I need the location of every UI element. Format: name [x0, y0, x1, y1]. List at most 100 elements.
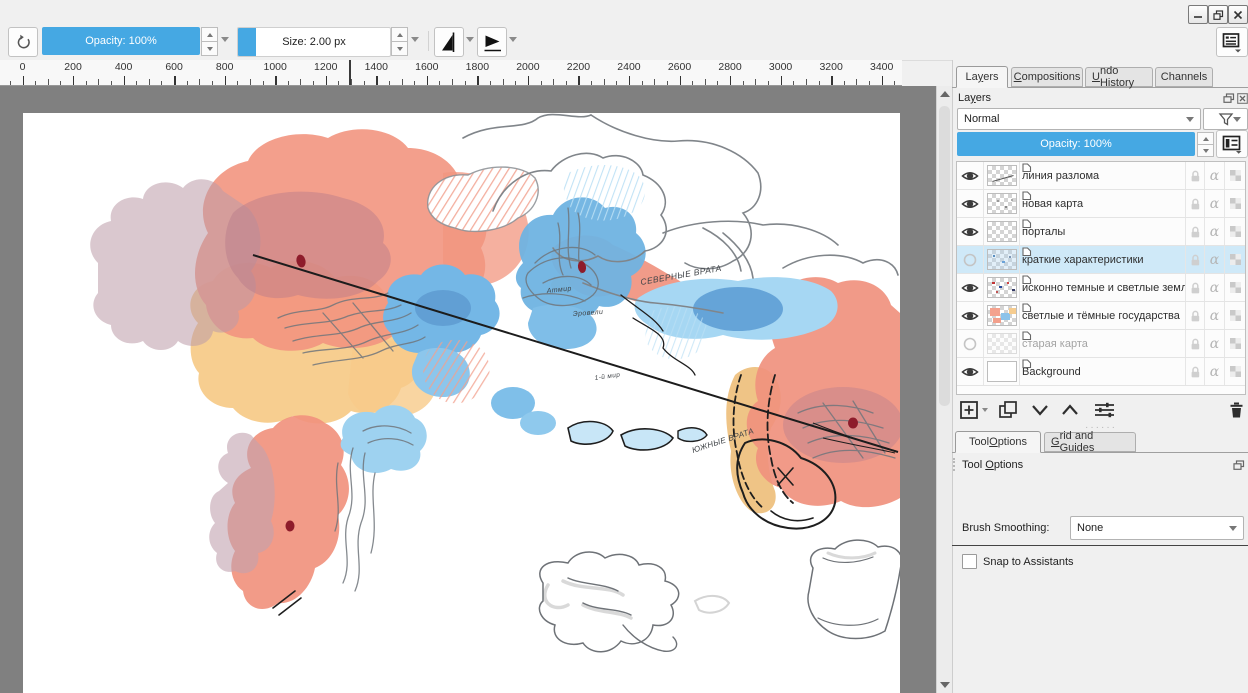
- layer-thumbnail: [984, 274, 1020, 301]
- visibility-toggle[interactable]: [957, 190, 984, 217]
- duplicate-layer-button[interactable]: [996, 398, 1020, 422]
- minimize-button[interactable]: [1188, 5, 1208, 24]
- visibility-toggle[interactable]: [957, 218, 984, 245]
- tab-tool-options[interactable]: Tool Options: [955, 431, 1041, 453]
- delete-layer-button[interactable]: [1224, 398, 1248, 422]
- ruler-tick: [541, 81, 542, 85]
- layer-view-options-button[interactable]: [1216, 130, 1248, 158]
- scroll-down-arrow[interactable]: [940, 682, 950, 688]
- docker-drag-handle[interactable]: [953, 458, 955, 471]
- layer-type-icon: [1021, 246, 1032, 257]
- vertical-scrollbar[interactable]: [936, 86, 953, 693]
- canvas-page[interactable]: СЕВЕРНЫЕ ВРАТАЮЖНЫЕ ВРАТААтмирЭровели1-й…: [23, 113, 900, 693]
- layer-filter-button[interactable]: [1203, 108, 1248, 130]
- gradient-direction-button[interactable]: [477, 27, 507, 57]
- alpha-lock-icon[interactable]: α: [1205, 358, 1225, 385]
- visibility-toggle[interactable]: [957, 246, 984, 273]
- tab-channels[interactable]: Channels: [1155, 67, 1213, 87]
- move-layer-down-button[interactable]: [1028, 398, 1052, 422]
- lock-icon[interactable]: [1186, 218, 1205, 245]
- layer-row[interactable]: исконно темные и светлые земли α: [957, 274, 1245, 302]
- layer-row[interactable]: старая карта α: [957, 330, 1245, 358]
- inherit-alpha-icon[interactable]: [1225, 162, 1245, 189]
- opacity-dropdown-arrow[interactable]: [221, 37, 229, 42]
- alpha-lock-icon[interactable]: α: [1205, 218, 1225, 245]
- layer-thumbnail: [984, 218, 1020, 245]
- lock-icon[interactable]: [1186, 302, 1205, 329]
- layer-row[interactable]: Background α: [957, 358, 1245, 386]
- layer-thumbnail: [984, 302, 1020, 329]
- blend-mode-value: Normal: [958, 113, 999, 125]
- size-slider[interactable]: Size: 2.00 px: [237, 27, 391, 57]
- gradient-direction-dropdown-arrow[interactable]: [509, 37, 517, 42]
- flip-vertical-dropdown-arrow[interactable]: [466, 37, 474, 42]
- visibility-toggle[interactable]: [957, 302, 984, 329]
- snap-to-assistants-checkbox[interactable]: [962, 554, 977, 569]
- layer-opacity-slider[interactable]: Opacity: 100%: [957, 132, 1195, 156]
- restore-button[interactable]: [1208, 5, 1228, 24]
- close-docker-button[interactable]: [1236, 92, 1248, 104]
- visibility-toggle[interactable]: [957, 274, 984, 301]
- lock-icon[interactable]: [1186, 190, 1205, 217]
- layer-row[interactable]: светлые и тёмные государства α: [957, 302, 1245, 330]
- ruler-label: 2400: [617, 61, 640, 73]
- inherit-alpha-icon[interactable]: [1225, 274, 1245, 301]
- layer-row[interactable]: порталы α: [957, 218, 1245, 246]
- opacity-slider[interactable]: Opacity: 100%: [42, 27, 200, 55]
- alpha-lock-icon[interactable]: α: [1205, 246, 1225, 273]
- inherit-alpha-icon[interactable]: [1225, 302, 1245, 329]
- scroll-thumb[interactable]: [939, 106, 950, 406]
- inherit-alpha-icon[interactable]: [1225, 190, 1245, 217]
- brush-smoothing-dropdown[interactable]: None: [1070, 516, 1244, 540]
- layer-properties-button[interactable]: [1090, 398, 1118, 422]
- opacity-spinner[interactable]: [201, 27, 217, 55]
- visibility-toggle[interactable]: [957, 162, 984, 189]
- size-spinner[interactable]: [391, 27, 407, 55]
- float-docker-button[interactable]: [1222, 92, 1235, 104]
- layer-row[interactable]: краткие характеристики α: [957, 246, 1245, 274]
- tab-undo-history[interactable]: Undo History: [1085, 67, 1153, 87]
- reload-preset-button[interactable]: [8, 27, 38, 57]
- spin-up-icon[interactable]: [201, 27, 218, 42]
- layer-row[interactable]: линия разлома α: [957, 162, 1245, 190]
- alpha-lock-icon[interactable]: α: [1205, 274, 1225, 301]
- add-layer-button[interactable]: [958, 398, 988, 422]
- tab-layers[interactable]: Layers: [956, 66, 1008, 88]
- move-layer-up-button[interactable]: [1058, 398, 1082, 422]
- tab-grid-and-guides[interactable]: Grid and Guides: [1044, 432, 1136, 452]
- visibility-toggle[interactable]: [957, 358, 984, 385]
- lock-icon[interactable]: [1186, 330, 1205, 357]
- inherit-alpha-icon[interactable]: [1225, 246, 1245, 273]
- float-docker-button[interactable]: [1232, 459, 1245, 471]
- size-dropdown-arrow[interactable]: [411, 37, 419, 42]
- map-canvas[interactable]: СЕВЕРНЫЕ ВРАТАЮЖНЫЕ ВРАТААтмирЭровели1-й…: [23, 113, 900, 693]
- close-button[interactable]: [1228, 5, 1248, 24]
- lock-icon[interactable]: [1186, 162, 1205, 189]
- alpha-lock-icon[interactable]: α: [1205, 302, 1225, 329]
- tab-compositions[interactable]: Compositions: [1011, 67, 1083, 87]
- visibility-toggle[interactable]: [957, 330, 984, 357]
- lock-icon[interactable]: [1186, 246, 1205, 273]
- spin-down-icon[interactable]: [391, 41, 408, 56]
- alpha-lock-icon[interactable]: α: [1205, 162, 1225, 189]
- workspace-chooser-button[interactable]: [1216, 27, 1248, 57]
- inherit-alpha-icon[interactable]: [1225, 218, 1245, 245]
- spin-down-icon[interactable]: [1197, 144, 1214, 157]
- inherit-alpha-icon[interactable]: [1225, 358, 1245, 385]
- flip-vertical-button[interactable]: [434, 27, 464, 57]
- lock-icon[interactable]: [1186, 358, 1205, 385]
- scroll-up-arrow[interactable]: [940, 91, 950, 97]
- blend-mode-dropdown[interactable]: Normal: [957, 108, 1201, 130]
- inherit-alpha-icon[interactable]: [1225, 330, 1245, 357]
- layer-row[interactable]: новая карта α: [957, 190, 1245, 218]
- lock-icon[interactable]: [1186, 274, 1205, 301]
- ruler-tick: [781, 76, 782, 85]
- spin-up-icon[interactable]: [391, 27, 408, 42]
- chevron-down-icon[interactable]: [982, 408, 988, 412]
- canvas-area[interactable]: СЕВЕРНЫЕ ВРАТАЮЖНЫЕ ВРАТААтмирЭровели1-й…: [0, 86, 936, 693]
- spin-down-icon[interactable]: [201, 41, 218, 56]
- layer-type-icon: [1021, 162, 1032, 173]
- alpha-lock-icon[interactable]: α: [1205, 190, 1225, 217]
- layer-opacity-spinner[interactable]: [1197, 132, 1213, 156]
- alpha-lock-icon[interactable]: α: [1205, 330, 1225, 357]
